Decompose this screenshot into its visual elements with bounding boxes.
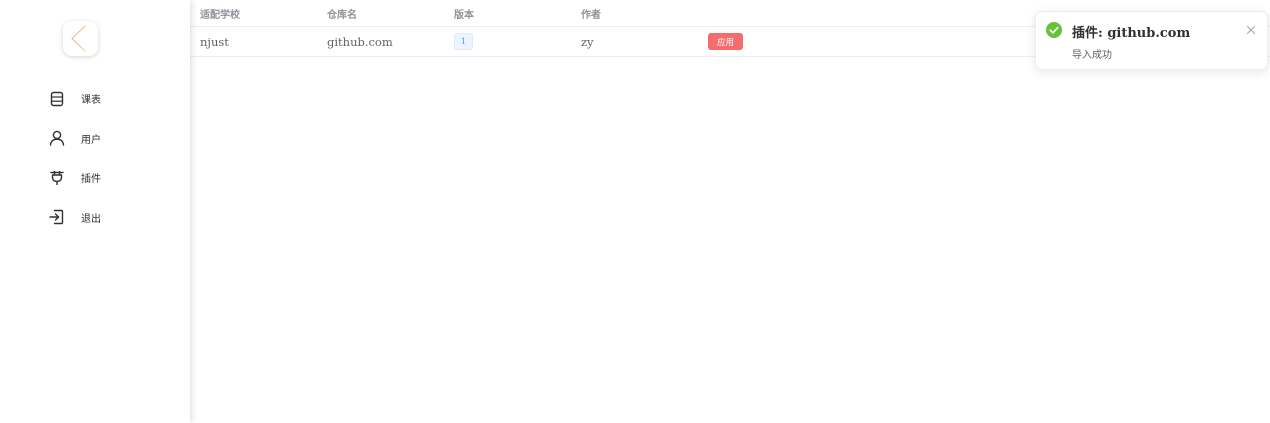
sidebar-item-plugins[interactable]: 插件	[0, 158, 190, 198]
plug-icon	[48, 169, 65, 186]
logout-icon	[48, 209, 65, 226]
sidebar-nav: 课表 用户 插件 退出	[0, 79, 190, 237]
notification-title: 插件: github.com	[1072, 26, 1191, 41]
column-header-author: 作者	[581, 10, 601, 21]
sidebar-item-logout[interactable]: 退出	[0, 198, 190, 238]
apply-button[interactable]: 应用	[708, 33, 743, 50]
cell-author: zy	[581, 35, 594, 49]
close-icon[interactable]	[1245, 24, 1257, 36]
sidebar-item-schedule[interactable]: 课表	[0, 79, 190, 119]
column-header-version: 版本	[454, 10, 474, 21]
user-icon	[48, 130, 65, 147]
notification-message: 导入成功	[1072, 50, 1112, 61]
sidebar: 课表 用户 插件 退出	[0, 0, 190, 423]
sidebar-item-label: 退出	[81, 213, 101, 225]
sidebar-item-label: 插件	[81, 174, 101, 186]
app-window: 课表 用户 插件 退出 适配学校 仓库名 版本 作者 njust github.…	[0, 0, 1270, 423]
version-tag: 1	[454, 33, 473, 50]
cell-school: njust	[200, 35, 229, 49]
check-circle-icon	[1046, 22, 1062, 38]
column-header-school: 适配学校	[200, 10, 240, 21]
chevron-left-logo-icon	[71, 25, 86, 52]
success-notification: 插件: github.com 导入成功	[1035, 11, 1268, 70]
sidebar-item-label: 用户	[81, 134, 101, 146]
database-icon	[48, 90, 65, 107]
cell-repo: github.com	[327, 35, 393, 49]
column-header-repo: 仓库名	[327, 10, 357, 21]
app-logo[interactable]	[63, 21, 98, 56]
sidebar-item-users[interactable]: 用户	[0, 119, 190, 159]
sidebar-item-label: 课表	[81, 95, 101, 107]
